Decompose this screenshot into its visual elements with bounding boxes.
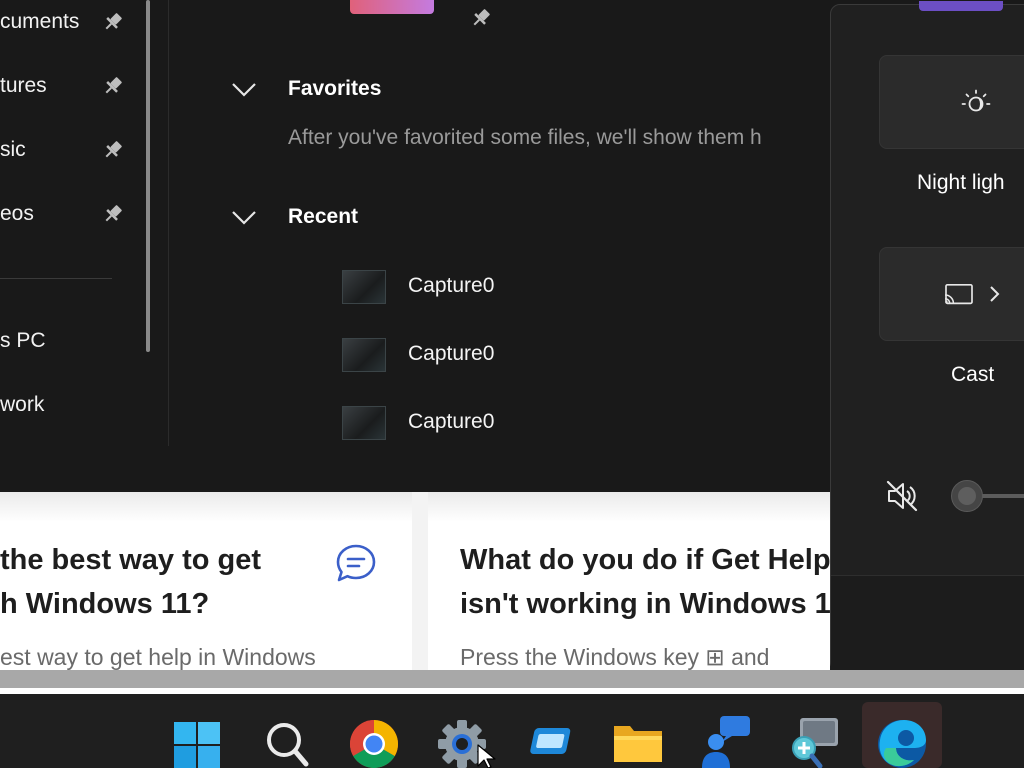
pin-icon [105,141,122,158]
recent-file-item[interactable]: Capture0 [342,264,642,308]
file-thumbnail [342,338,386,372]
search-icon[interactable] [258,714,314,768]
pin-icon [105,77,122,94]
recent-file-item[interactable]: Capture0 [342,400,642,444]
card-title-line: h Windows 11? [0,588,210,620]
nav-item-documents[interactable]: cuments [0,2,140,42]
app-window-icon[interactable] [522,714,578,768]
taskbar [0,694,1024,768]
nav-item-label: sic [0,138,26,161]
card-divider [412,492,428,670]
edge-icon[interactable] [874,714,930,768]
quick-access-thumbnail[interactable] [350,0,434,14]
nav-item-label: cuments [0,10,80,33]
nav-item-network[interactable]: work [0,385,140,425]
help-card[interactable]: the best way to get h Windows 11? est wa… [0,492,412,670]
volume-row [831,471,1024,521]
nav-item-videos[interactable]: eos [0,194,140,234]
favorites-title: Favorites [288,77,382,100]
start-icon[interactable] [170,714,226,768]
cast-label: Cast [951,363,995,386]
file-name: Capture0 [408,342,495,365]
pin-icon [105,205,122,222]
nav-item-this-pc[interactable]: s PC [0,321,140,361]
mouse-cursor-icon [477,744,496,768]
flyout-top-accent [919,1,1003,11]
card-title-line: the best way to get [0,544,262,576]
window-bottom-strip [0,670,1024,688]
chrome-icon[interactable] [346,714,402,768]
nav-item-label: eos [0,202,34,225]
volume-slider-thumb[interactable] [951,480,983,512]
cast-toggle[interactable] [879,247,1024,341]
chevron-right-icon[interactable] [988,284,1002,304]
night-light-toggle[interactable] [879,55,1024,149]
cast-icon [944,283,973,305]
nav-divider [0,278,112,279]
volume-mute-icon[interactable] [885,479,921,513]
nav-item-music[interactable]: sic [0,130,140,170]
nav-item-label: work [0,393,45,416]
nav-scrollbar[interactable] [146,0,150,352]
file-name: Capture0 [408,410,495,433]
card-body: est way to get help in Windows [0,644,316,670]
file-name: Capture0 [408,274,495,297]
card-body: Press the Windows key ⊞ and [460,644,770,670]
favorites-empty-message: After you've favorited some files, we'll… [288,126,762,149]
recent-title: Recent [288,205,359,228]
nav-item-label: tures [0,74,47,97]
help-card[interactable]: What do you do if Get Help isn't working… [428,492,830,670]
recent-file-item[interactable]: Capture0 [342,332,642,376]
file-thumbnail [342,406,386,440]
get-help-icon[interactable] [698,714,754,768]
quick-settings-footer [831,575,1024,672]
file-explorer-icon[interactable] [610,714,666,768]
quick-settings-flyout: Night ligh Cast [830,1,1024,672]
chevron-down-icon [232,83,256,97]
chevron-down-icon [232,211,256,225]
chat-bubble-icon [336,544,376,582]
card-title-line: isn't working in Windows 1 [460,588,830,620]
pin-icon [105,13,122,30]
card-title-line: What do you do if Get Help [460,544,830,576]
file-thumbnail [342,270,386,304]
explorer-main-pane: Favorites After you've favorited some fi… [170,0,830,492]
nav-item-pictures[interactable]: tures [0,66,140,106]
get-help-page: the best way to get h Windows 11? est wa… [0,492,830,670]
pin-icon [473,9,490,26]
navigation-pane: cuments tures sic eos s PC work [0,0,169,446]
night-light-icon [961,89,991,112]
nav-item-label: s PC [0,329,46,352]
night-light-label: Night ligh [917,171,1005,194]
magnifier-icon[interactable] [786,714,842,768]
